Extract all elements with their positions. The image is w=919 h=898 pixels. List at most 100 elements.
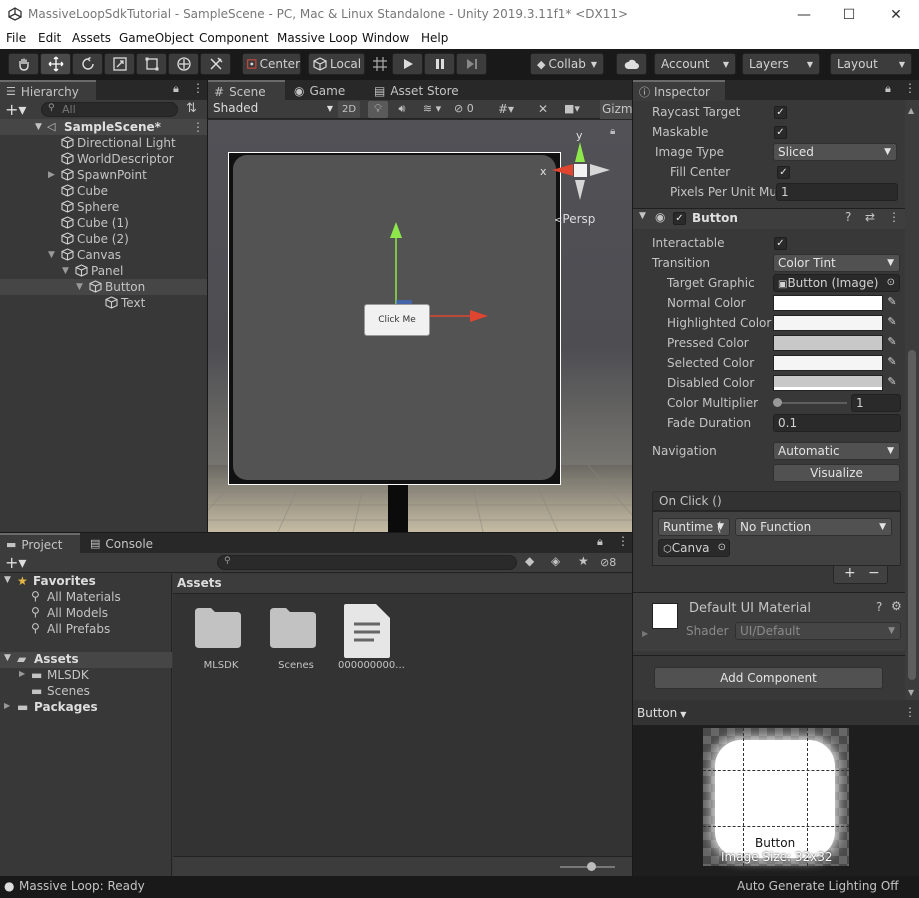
- pixels-per-unit-field[interactable]: 1: [776, 183, 898, 201]
- expand-arrow-icon[interactable]: ▶: [642, 629, 648, 638]
- audio-toggle-icon[interactable]: 🔊︎: [392, 101, 412, 118]
- navigation-dropdown[interactable]: Automatic ▼: [773, 442, 900, 460]
- project-search-input[interactable]: ⚲: [217, 555, 517, 570]
- cloud-button[interactable]: [616, 53, 647, 75]
- perspective-label[interactable]: <Persp: [554, 212, 595, 226]
- disabled-color-swatch[interactable]: [773, 375, 883, 391]
- transition-dropdown[interactable]: Color Tint ▼: [773, 254, 900, 272]
- hierarchy-item[interactable]: WorldDescriptor: [0, 151, 207, 167]
- interactable-checkbox[interactable]: ✓: [774, 237, 787, 250]
- scroll-down-icon[interactable]: ▼: [908, 688, 914, 697]
- filter-type-icon[interactable]: ◆: [525, 554, 534, 568]
- slider-thumb[interactable]: [587, 862, 596, 871]
- collab-dropdown[interactable]: ◆ Collab ▼: [530, 53, 604, 75]
- gizmos-dropdown[interactable]: Gizm: [600, 100, 632, 119]
- custom-tool-button[interactable]: [200, 53, 231, 75]
- lighting-toggle-icon[interactable]: 💡︎: [368, 101, 388, 118]
- tab-console[interactable]: ▤ Console: [84, 533, 164, 554]
- grid-toggle-icon[interactable]: #▾: [498, 101, 532, 118]
- tab-scene[interactable]: # Scene: [208, 80, 285, 101]
- scene-options-icon[interactable]: ⋮: [192, 119, 204, 135]
- target-object-field[interactable]: ⬡Canva ⊙: [658, 539, 730, 557]
- scroll-up-icon[interactable]: ▲: [908, 106, 914, 115]
- menu-component[interactable]: Component: [199, 31, 269, 45]
- more-options-icon[interactable]: ⋮: [192, 81, 204, 95]
- tab-game[interactable]: ◉ Game: [288, 80, 368, 101]
- preset-icon[interactable]: ⇄: [865, 210, 875, 224]
- hierarchy-item[interactable]: Text: [0, 295, 207, 311]
- highlighted-color-swatch[interactable]: [773, 315, 883, 331]
- hidden-packages-toggle[interactable]: ⊘8: [600, 555, 630, 571]
- runtime-dropdown[interactable]: Runtime (▼: [658, 518, 730, 536]
- normal-color-swatch[interactable]: [773, 295, 883, 311]
- rect-tool-button[interactable]: [136, 53, 167, 75]
- pressed-color-swatch[interactable]: [773, 335, 883, 351]
- menu-gameobject[interactable]: GameObject: [119, 31, 194, 45]
- more-options-icon[interactable]: ⋮: [904, 705, 916, 719]
- expand-arrow-icon[interactable]: ▼: [76, 279, 83, 295]
- hidden-objects-toggle[interactable]: ⊘ 0: [454, 101, 496, 118]
- favorite-item[interactable]: ⚲ All Prefabs: [0, 621, 172, 638]
- object-picker-icon[interactable]: ⊙: [887, 275, 895, 291]
- raycast-target-checkbox[interactable]: ✓: [774, 106, 787, 119]
- lock-icon[interactable]: 🔒︎: [610, 126, 615, 137]
- create-plus-icon[interactable]: +▾: [5, 100, 26, 119]
- menu-window[interactable]: Window: [362, 31, 409, 45]
- account-dropdown[interactable]: Account ▼: [654, 53, 736, 75]
- breadcrumb-assets[interactable]: Assets: [177, 576, 222, 590]
- favorites-row[interactable]: ▼ ★ Favorites: [0, 574, 172, 590]
- shader-dropdown[interactable]: UI/Default ▼: [735, 622, 901, 640]
- asset-folder[interactable]: Scenes: [268, 604, 324, 684]
- scene-button-object[interactable]: Click Me: [364, 304, 430, 336]
- maximize-button[interactable]: ☐: [826, 0, 872, 29]
- rotate-tool-button[interactable]: [72, 53, 103, 75]
- lock-icon[interactable]: 🔒︎: [597, 535, 603, 549]
- function-dropdown[interactable]: No Function ▼: [735, 518, 892, 536]
- gear-icon[interactable]: ⚙: [891, 599, 902, 613]
- lock-icon[interactable]: 🔒︎: [173, 82, 179, 96]
- hierarchy-item[interactable]: Directional Light: [0, 135, 207, 151]
- pivot-local-button[interactable]: Local: [308, 53, 365, 75]
- hierarchy-search-input[interactable]: ⚲ All: [41, 102, 178, 117]
- layers-dropdown[interactable]: Layers ▼: [742, 53, 820, 75]
- asset-file[interactable]: 000000000...: [338, 602, 405, 684]
- fill-center-checkbox[interactable]: ✓: [777, 166, 790, 179]
- button-enabled-checkbox[interactable]: ✓: [673, 212, 686, 225]
- hierarchy-item[interactable]: Cube: [0, 183, 207, 199]
- menu-assets[interactable]: Assets: [72, 31, 111, 45]
- color-multiplier-slider[interactable]: [775, 402, 847, 404]
- hierarchy-item[interactable]: Sphere: [0, 199, 207, 215]
- move-gizmo[interactable]: [358, 220, 498, 360]
- remove-listener-button[interactable]: −: [868, 565, 880, 581]
- shading-mode-dropdown[interactable]: Shaded ▼: [210, 101, 337, 118]
- slider-thumb[interactable]: [773, 398, 782, 407]
- hand-tool-button[interactable]: [8, 53, 39, 75]
- expand-arrow-icon[interactable]: ▼: [48, 247, 55, 263]
- create-plus-icon[interactable]: +▾: [5, 553, 26, 572]
- image-type-dropdown[interactable]: Sliced ▼: [773, 143, 897, 161]
- menu-help[interactable]: Help: [421, 31, 448, 45]
- tools-toggle-icon[interactable]: ✕: [538, 101, 558, 118]
- selected-color-swatch[interactable]: [773, 355, 883, 371]
- eyedropper-icon[interactable]: ✎: [883, 294, 901, 312]
- asset-folder[interactable]: MLSDK: [193, 604, 249, 684]
- hierarchy-item[interactable]: ▼ Button: [0, 279, 207, 295]
- eyedropper-icon[interactable]: ✎: [883, 374, 901, 392]
- folder-row[interactable]: ▶ ▬ MLSDK: [0, 668, 172, 684]
- hierarchy-item[interactable]: ▼ Canvas: [0, 247, 207, 263]
- tab-hierarchy[interactable]: ☰ Hierarchy: [0, 80, 96, 101]
- maskable-checkbox[interactable]: ✓: [774, 126, 787, 139]
- help-icon[interactable]: ?: [845, 210, 851, 224]
- pause-button[interactable]: [424, 53, 455, 75]
- tab-asset-store[interactable]: ▤ Asset Store: [368, 80, 468, 101]
- folder-row[interactable]: ▬ Scenes: [0, 684, 172, 700]
- button-component-header[interactable]: ▼ ◉ ✓ Button ? ⇄ ⋮: [633, 209, 905, 229]
- more-options-icon[interactable]: ⋮: [617, 534, 629, 548]
- favorite-item[interactable]: ⚲ All Materials: [0, 589, 172, 606]
- move-tool-button[interactable]: [40, 53, 71, 75]
- visualize-button[interactable]: Visualize: [773, 464, 900, 482]
- close-button[interactable]: ✕: [873, 0, 919, 29]
- layout-dropdown[interactable]: Layout ▼: [830, 53, 912, 75]
- pivot-center-button[interactable]: Center: [242, 53, 301, 75]
- eyedropper-icon[interactable]: ✎: [883, 314, 901, 332]
